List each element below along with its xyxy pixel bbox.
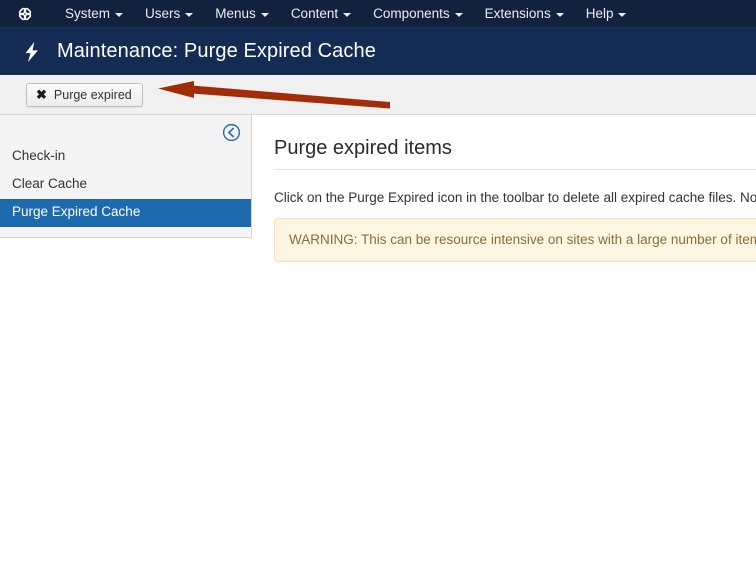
menu-item-label: Extensions <box>484 5 551 21</box>
heading-divider <box>274 169 756 170</box>
page-title: Maintenance: Purge Expired Cache <box>57 40 376 62</box>
lightning-bolt-icon <box>20 40 44 64</box>
chevron-down-icon <box>343 12 352 17</box>
annotation-arrow <box>158 81 390 109</box>
toolbar: ✖ Purge expired <box>0 75 756 115</box>
menu-item-label: Menus <box>215 5 256 21</box>
sidebar-nav: Check-in Clear Cache Purge Expired Cache <box>0 115 251 227</box>
sidebar-item-purge-expired-cache[interactable]: Purge Expired Cache <box>0 198 251 227</box>
menu-item-help[interactable]: Help <box>575 0 638 28</box>
sidebar: Check-in Clear Cache Purge Expired Cache <box>0 115 252 238</box>
chevron-down-icon <box>618 12 627 17</box>
menu-item-label: Components <box>373 5 450 21</box>
content-description: Click on the Purge Expired icon in the t… <box>274 190 756 205</box>
content-heading: Purge expired items <box>274 137 452 159</box>
purge-expired-button[interactable]: ✖ Purge expired <box>26 82 143 107</box>
menu-item-content[interactable]: Content <box>280 0 362 28</box>
x-mark-icon: ✖ <box>36 87 47 102</box>
menu-item-label: Content <box>290 5 339 21</box>
menu-item-components[interactable]: Components <box>362 0 474 28</box>
content-area: Purge expired items Click on the Purge E… <box>252 115 756 262</box>
menu-item-system[interactable]: System <box>54 0 134 28</box>
menu-item-label: Help <box>585 5 614 21</box>
menu-item-label: System <box>65 5 111 21</box>
menu-item-extensions[interactable]: Extensions <box>474 0 575 28</box>
admin-top-menu-bar: System Users Menus Content Components Ex… <box>0 0 756 28</box>
sidebar-item-check-in[interactable]: Check-in <box>0 143 251 171</box>
menu-item-menus[interactable]: Menus <box>204 0 280 28</box>
chevron-down-icon <box>115 12 124 17</box>
page-header: Maintenance: Purge Expired Cache <box>0 28 756 75</box>
menu-item-users[interactable]: Users <box>134 0 204 28</box>
warning-alert: WARNING: This can be resource intensive … <box>274 218 756 262</box>
menu-item-label: Users <box>145 5 181 21</box>
circle-arrow-left-icon[interactable] <box>222 123 241 142</box>
chevron-down-icon <box>260 12 269 17</box>
sidebar-item-clear-cache[interactable]: Clear Cache <box>0 171 251 199</box>
page-body: Check-in Clear Cache Purge Expired Cache… <box>0 115 756 567</box>
chevron-down-icon <box>185 12 194 17</box>
chevron-down-icon <box>555 12 564 17</box>
purge-expired-button-label: Purge expired <box>53 87 132 102</box>
joomla-logo-icon[interactable] <box>14 3 36 25</box>
chevron-down-icon <box>454 12 463 17</box>
